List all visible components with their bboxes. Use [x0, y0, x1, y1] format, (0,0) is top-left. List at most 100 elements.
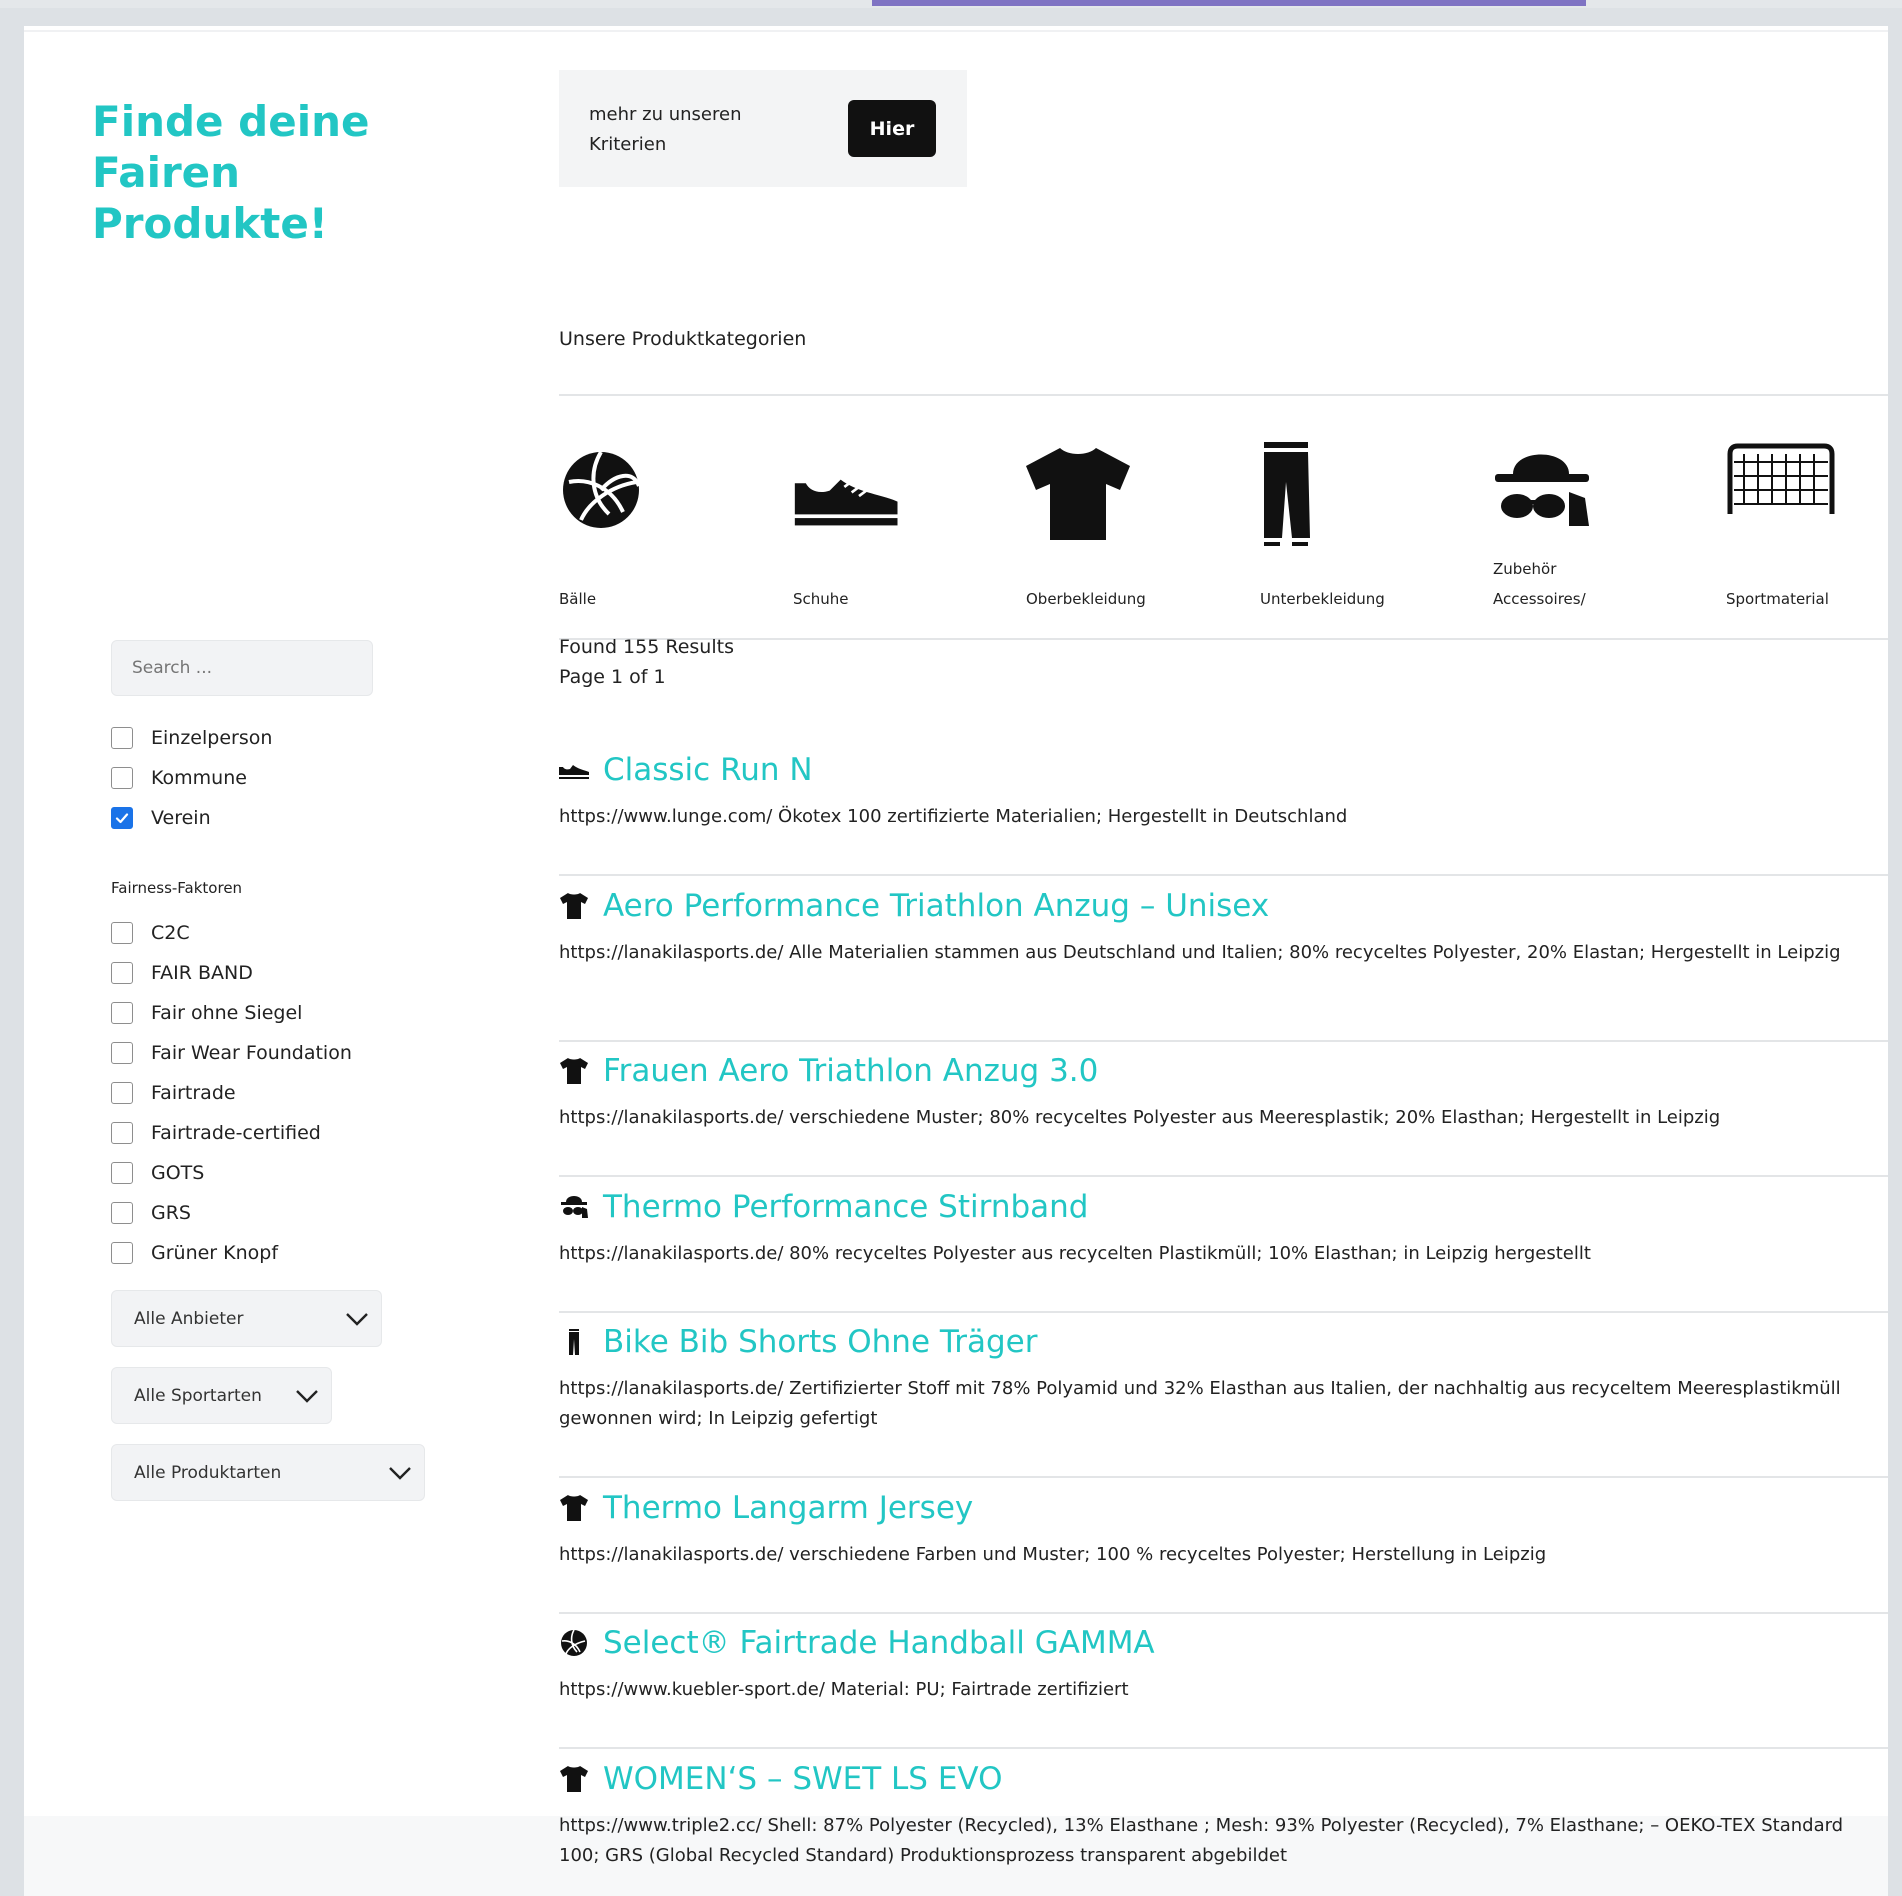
category-label: Schuhe: [793, 590, 849, 608]
search-input[interactable]: [111, 640, 373, 696]
checkbox-label: Kommune: [151, 767, 247, 789]
checkbox[interactable]: [111, 1122, 133, 1144]
checkbox-label: Fair ohne Siegel: [151, 1002, 303, 1024]
category-label: Unterbekleidung: [1260, 590, 1385, 608]
result-title-link[interactable]: Select® Fairtrade Handball GAMMA: [603, 1625, 1155, 1661]
result-title-link[interactable]: Bike Bib Shorts Ohne Träger: [603, 1324, 1038, 1360]
category-label: Accessoires/: [1493, 590, 1586, 608]
checkbox-label: GOTS: [151, 1162, 205, 1184]
criteria-info-text: mehr zu unseren Kriterien: [589, 104, 742, 155]
result-title-link[interactable]: Classic Run N: [603, 752, 813, 788]
goal-icon: [1727, 443, 1835, 514]
divider: [559, 1040, 1888, 1042]
browser-top-bar: [0, 0, 1902, 8]
checkbox[interactable]: [111, 922, 133, 944]
pants-icon: [569, 1329, 579, 1355]
result-item: Frauen Aero Triathlon Anzug 3.0 https://…: [559, 1051, 1888, 1133]
checkbox-checked[interactable]: [111, 807, 133, 829]
checkbox[interactable]: [111, 1082, 133, 1104]
checkbox[interactable]: [111, 1042, 133, 1064]
tshirt-icon: [560, 1058, 588, 1084]
category-label-top: Zubehör: [1493, 560, 1557, 578]
provider-select[interactable]: Alle Anbieter: [111, 1290, 382, 1347]
result-title-link[interactable]: WOMEN‘S – SWET LS EVO: [603, 1761, 1002, 1797]
sport-select-value: Alle Sportarten: [134, 1385, 262, 1406]
category-label: Sportmaterial: [1726, 590, 1829, 608]
filter-c2c[interactable]: C2C: [111, 913, 352, 953]
shoe-icon: [559, 765, 589, 779]
ball-icon: [563, 450, 641, 528]
result-item: Select® Fairtrade Handball GAMMA https:/…: [559, 1623, 1888, 1705]
checkbox-label: FAIR BAND: [151, 962, 253, 984]
divider: [559, 1311, 1888, 1313]
top-accent-bar: [872, 0, 1586, 6]
filter-fair-ohne-siegel[interactable]: Fair ohne Siegel: [111, 993, 352, 1033]
filter-einzelperson[interactable]: Einzelperson: [111, 718, 272, 758]
filter-verein[interactable]: Verein: [111, 798, 272, 838]
fairness-factors-title: Fairness-Faktoren: [111, 879, 243, 897]
criteria-info-box: mehr zu unseren Kriterien Hier: [559, 70, 967, 187]
accessories-icon: [561, 1196, 588, 1218]
filter-gruener-knopf[interactable]: Grüner Knopf: [111, 1233, 352, 1273]
checkbox[interactable]: [111, 1202, 133, 1224]
checkbox[interactable]: [111, 727, 133, 749]
results-count: Found 155 Results: [559, 636, 734, 658]
check-icon: [115, 813, 129, 824]
filter-fair-band[interactable]: FAIR BAND: [111, 953, 352, 993]
checkbox[interactable]: [111, 1242, 133, 1264]
product-type-select-value: Alle Produktarten: [134, 1462, 282, 1483]
tshirt-icon: [560, 893, 588, 919]
tshirt-icon: [1026, 448, 1130, 540]
checkbox[interactable]: [111, 962, 133, 984]
shoe-icon: [794, 479, 898, 526]
filter-fair-wear-foundation[interactable]: Fair Wear Foundation: [111, 1033, 352, 1073]
filter-fairtrade-certified[interactable]: Fairtrade-certified: [111, 1113, 352, 1153]
pants-icon: [1264, 442, 1310, 546]
result-item: Classic Run N https://www.lunge.com/ Öko…: [559, 750, 1888, 832]
divider: [559, 638, 1888, 640]
divider: [559, 394, 1888, 396]
checkbox[interactable]: [111, 767, 133, 789]
filter-kommune[interactable]: Kommune: [111, 758, 272, 798]
result-title-link[interactable]: Thermo Performance Stirnband: [603, 1189, 1088, 1225]
chevron-down-icon: [296, 1390, 318, 1403]
ball-icon: [561, 1629, 587, 1656]
category-label: Bälle: [559, 590, 597, 608]
filter-fairtrade[interactable]: Fairtrade: [111, 1073, 352, 1113]
checkbox[interactable]: [111, 1002, 133, 1024]
result-title-link[interactable]: Thermo Langarm Jersey: [603, 1490, 973, 1526]
result-item: Bike Bib Shorts Ohne Träger https://lana…: [559, 1322, 1888, 1434]
chevron-down-icon: [346, 1313, 368, 1326]
checkbox-label: Fair Wear Foundation: [151, 1042, 352, 1064]
filter-grs[interactable]: GRS: [111, 1193, 352, 1233]
tshirt-icon: [560, 1766, 588, 1792]
result-description: https://lanakilasports.de/ verschiedene …: [559, 1544, 1547, 1565]
divider: [559, 1612, 1888, 1614]
provider-select-value: Alle Anbieter: [134, 1308, 244, 1329]
page-headline: Finde deine Fairen Produkte!: [92, 97, 370, 248]
divider: [559, 1175, 1888, 1177]
result-description: https://www.kuebler-sport.de/ Material: …: [559, 1679, 1129, 1700]
result-description: https://www.triple2.cc/ Shell: 87% Polye…: [559, 1815, 1844, 1866]
sport-select[interactable]: Alle Sportarten: [111, 1367, 332, 1424]
product-type-select[interactable]: Alle Produktarten: [111, 1444, 425, 1501]
filter-gots[interactable]: GOTS: [111, 1153, 352, 1193]
checkbox-label: Fairtrade-certified: [151, 1122, 321, 1144]
divider: [559, 1747, 1888, 1749]
target-group-filter: Einzelperson Kommune Verein: [111, 718, 272, 838]
result-item: Aero Performance Triathlon Anzug – Unise…: [559, 886, 1888, 968]
result-item: WOMEN‘S – SWET LS EVO https://www.triple…: [559, 1759, 1888, 1871]
result-description: https://lanakilasports.de/ 80% recycelte…: [559, 1243, 1591, 1264]
top-divider: [24, 30, 1888, 32]
checkbox[interactable]: [111, 1162, 133, 1184]
checkbox-label: Einzelperson: [151, 727, 273, 749]
result-item: Thermo Performance Stirnband https://lan…: [559, 1187, 1888, 1269]
criteria-button[interactable]: Hier: [848, 100, 936, 157]
chevron-down-icon: [389, 1467, 411, 1480]
accessories-icon: [1495, 454, 1589, 526]
result-title-link[interactable]: Frauen Aero Triathlon Anzug 3.0: [603, 1053, 1098, 1089]
result-description: https://lanakilasports.de/ Alle Material…: [559, 942, 1841, 963]
result-title-link[interactable]: Aero Performance Triathlon Anzug – Unise…: [603, 888, 1269, 924]
result-description: https://lanakilasports.de/ verschiedene …: [559, 1107, 1721, 1128]
results-meta: Found 155 Results Page 1 of 1: [559, 632, 734, 692]
